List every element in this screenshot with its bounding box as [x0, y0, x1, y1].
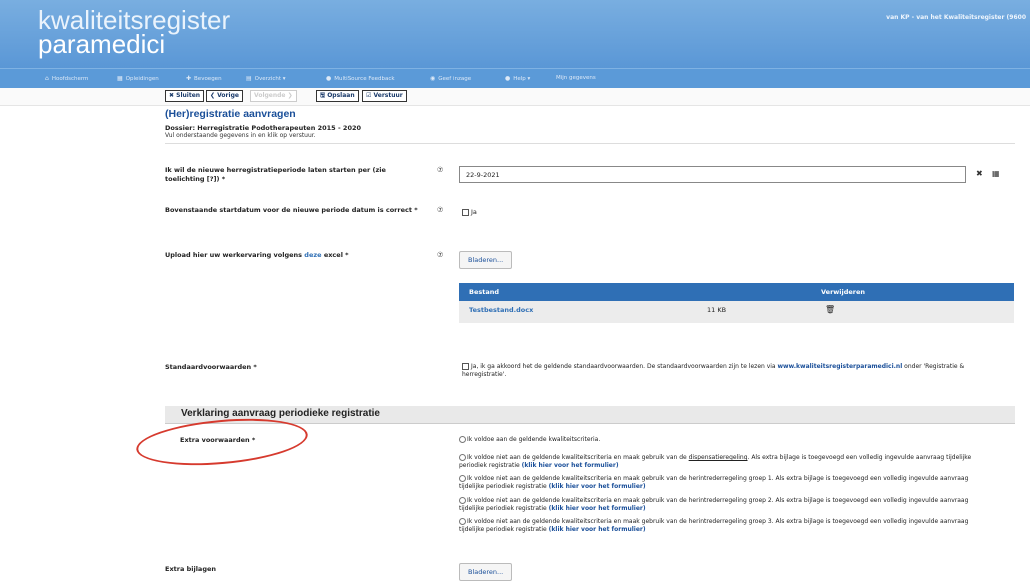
toolbar: ✖ Sluiten ❮ Vorige Volgende ❯ 🖫 Opslaan …: [0, 88, 1030, 106]
extra-attachments-label: Extra bijlagen: [165, 565, 217, 573]
close-button[interactable]: ✖ Sluiten: [165, 90, 205, 102]
nav-home[interactable]: ⌂ Hoofdscherm: [45, 75, 88, 82]
logo-line-2: paramedici: [38, 29, 166, 59]
clear-date-icon[interactable]: ✖: [976, 169, 983, 178]
upload-label-text: Upload hier uw werkervaring volgens: [165, 251, 305, 259]
upload-label-text: excel *: [321, 251, 349, 259]
nav-label: Hoofdscherm: [51, 76, 89, 82]
radio-button[interactable]: [459, 497, 466, 504]
nav-overzicht[interactable]: ▤ Overzicht ▾: [246, 75, 286, 82]
radio-button[interactable]: [459, 475, 466, 482]
radio-option-2[interactable]: Ik voldoe niet aan de geldende kwaliteit…: [459, 454, 989, 470]
nav-label: Mijn gegevens: [556, 75, 596, 81]
confirm-option-label: Ja: [471, 208, 477, 216]
section-header: Verklaring aanvraag periodieke registrat…: [165, 406, 1015, 424]
plus-icon: ✚: [186, 75, 192, 82]
eye-icon: ◉: [430, 75, 436, 82]
help-icon[interactable]: ⑦: [437, 251, 443, 259]
calendar-icon[interactable]: ▦: [992, 169, 1000, 178]
submit-button[interactable]: ☑ Verstuur: [362, 90, 407, 102]
form-link[interactable]: (klik hier voor het formulier): [549, 526, 646, 533]
start-date-input[interactable]: 22-9-2021: [459, 166, 966, 183]
radio-option-1[interactable]: Ik voldoe aan de geldende kwaliteitscrit…: [459, 436, 989, 444]
confirm-checkbox[interactable]: [462, 208, 469, 216]
nav-multisource-feedback[interactable]: ● MultiSource Feedback: [326, 75, 395, 82]
excel-link[interactable]: deze: [304, 251, 321, 259]
save-button[interactable]: 🖫 Opslaan: [316, 90, 359, 102]
dossier-label: Dossier: Herregistratie Podotherapeuten …: [165, 124, 362, 132]
confirm-date-label: Bovenstaande startdatum voor de nieuwe p…: [165, 206, 418, 214]
page-title: (Her)registratie aanvragen: [165, 108, 296, 120]
nav-label: Geef inzage: [438, 76, 472, 82]
radio-label: Ik voldoe niet aan de geldende kwaliteit…: [459, 497, 969, 512]
radio-option-4[interactable]: Ik voldoe niet aan de geldende kwaliteit…: [459, 497, 989, 513]
nav-label: Opleidingen: [125, 76, 159, 82]
form-link[interactable]: (klik hier voor het formulier): [549, 505, 646, 512]
main-nav: ⌂ Hoofdscherm ▦ Opleidingen ✚ Bevoegen ▤ Ove…: [0, 68, 1030, 88]
help-icon[interactable]: ⑦: [437, 166, 443, 174]
nav-label: Help ▾: [513, 76, 531, 82]
nav-help[interactable]: ● Help ▾: [505, 75, 530, 82]
help-icon: ●: [505, 75, 511, 82]
help-icon[interactable]: ⑦: [437, 206, 443, 214]
radio-button[interactable]: [459, 454, 466, 461]
nav-opleidingen[interactable]: ▦ Opleidingen: [117, 75, 159, 82]
file-size: 11 KB: [707, 306, 727, 314]
logo[interactable]: kwaliteitsregister paramedici: [38, 7, 230, 59]
grid-icon: ▦: [117, 75, 123, 82]
terms-text: Ja, ik ga akkoord het de geldende standa…: [471, 363, 778, 370]
radio-label: Ik voldoe niet aan de geldende kwaliteit…: [459, 518, 969, 533]
column-header-delete: Verwijderen: [821, 288, 866, 296]
table-header: Bestand Verwijderen: [459, 283, 1014, 301]
annotation-circle: [134, 412, 310, 472]
table-row: Testbestand.docx 11 KB 🗑: [459, 301, 1014, 323]
user-info[interactable]: van KP - van het Kwaliteitsregister (960…: [886, 14, 1026, 21]
nav-geef-inzage[interactable]: ◉ Geef inzage: [430, 75, 471, 82]
start-date-label: Ik wil de nieuwe herregistratieperiode l…: [165, 166, 386, 183]
radio-label: Ik voldoe niet aan de geldende kwaliteit…: [459, 475, 969, 490]
terms-checkbox-row: Ja, ik ga akkoord het de geldende standa…: [462, 363, 1002, 379]
radio-button[interactable]: [459, 518, 466, 525]
nav-label: Overzicht ▾: [254, 76, 286, 82]
section-title: Verklaring aanvraag periodieke registrat…: [181, 408, 380, 419]
previous-button[interactable]: ❮ Vorige: [206, 90, 243, 102]
chat-icon: ●: [326, 75, 332, 82]
nav-label: Bevoegen: [194, 76, 222, 82]
instruction-text: Vul onderstaande gegevens in en klik op …: [165, 132, 316, 139]
terms-checkbox[interactable]: [462, 363, 469, 370]
browse-extra-button[interactable]: Bladeren...: [459, 563, 513, 581]
next-button: Volgende ❯: [250, 90, 297, 102]
trash-icon[interactable]: 🗑: [825, 305, 835, 314]
file-table: Bestand Verwijderen Testbestand.docx 11 …: [459, 283, 1014, 323]
file-link[interactable]: Testbestand.docx: [469, 306, 533, 314]
doc-icon: ▤: [246, 75, 252, 82]
form-link[interactable]: (klik hier voor het formulier): [549, 483, 646, 490]
nav-mijn-gegevens[interactable]: Mijn gegevens: [556, 75, 596, 81]
radio-label: Ik voldoe aan de geldende kwaliteitscrit…: [467, 436, 601, 443]
nav-label: MultiSource Feedback: [334, 76, 395, 82]
radio-label: Ik voldoe niet aan de geldende kwaliteit…: [467, 454, 689, 461]
header: kwaliteitsregister paramedici van KP - v…: [0, 0, 1030, 68]
confirm-checkbox-row[interactable]: Ja: [462, 208, 477, 216]
radio-option-5[interactable]: Ik voldoe niet aan de geldende kwaliteit…: [459, 518, 989, 534]
radio-button[interactable]: [459, 436, 466, 443]
radio-option-3[interactable]: Ik voldoe niet aan de geldende kwaliteit…: [459, 475, 989, 491]
upload-label: Upload hier uw werkervaring volgens deze…: [165, 251, 425, 260]
nav-bevoegen[interactable]: ✚ Bevoegen: [186, 75, 222, 82]
dispensation-link[interactable]: dispensatieregeling: [689, 454, 748, 461]
column-header-file: Bestand: [469, 288, 500, 296]
form-link[interactable]: (klik hier voor het formulier): [522, 462, 619, 469]
home-icon: ⌂: [45, 75, 49, 82]
browse-button[interactable]: Bladeren...: [459, 251, 513, 269]
terms-link[interactable]: www.kwaliteitsregisterparamedici.nl: [778, 363, 903, 370]
terms-label: Standaardvoorwaarden *: [165, 363, 257, 371]
divider: [165, 143, 1015, 144]
